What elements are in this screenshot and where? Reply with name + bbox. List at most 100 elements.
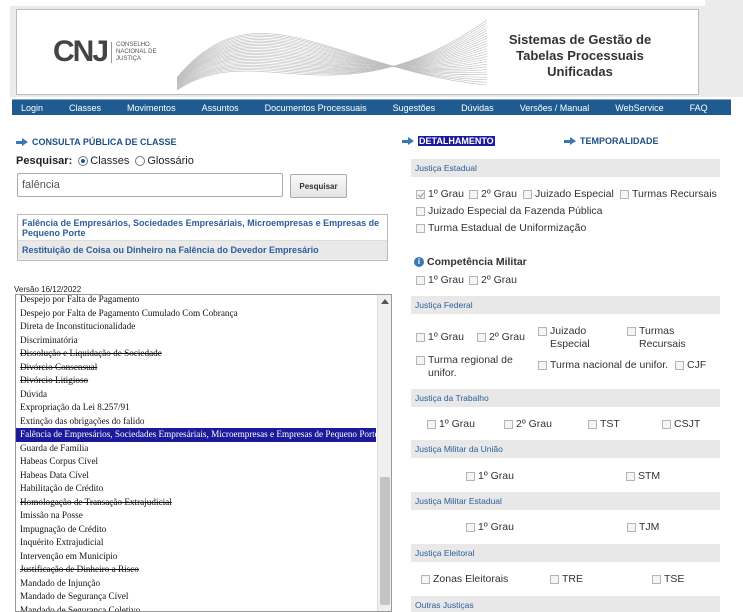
checkbox-box[interactable] — [416, 224, 425, 233]
checkbox-je-1grau[interactable]: 1º Grau — [416, 188, 464, 201]
list-item[interactable]: Mandado de Injunção — [16, 577, 376, 591]
checkbox-je-2grau[interactable]: 2º Grau — [469, 188, 517, 201]
checkbox-label: 1º Grau — [428, 188, 464, 200]
checkbox-box[interactable] — [550, 575, 559, 584]
radio-glossario[interactable] — [135, 156, 146, 166]
list-item[interactable]: Mandado de Segurança Coletivo — [16, 604, 376, 612]
result-item[interactable]: Falência de Empresários, Sociedades Empr… — [18, 215, 387, 241]
nav-item-d-vidas[interactable]: Dúvidas — [461, 103, 494, 113]
tab-detalhamento[interactable]: DETALHAMENTO — [402, 136, 495, 146]
list-item[interactable]: Homologação de Transação Extrajudicial — [16, 496, 376, 510]
list-item[interactable]: Justificação de Dinheiro a Risco — [16, 563, 376, 577]
checkbox-box[interactable] — [466, 523, 475, 532]
nav-item-assuntos[interactable]: Assuntos — [202, 103, 239, 113]
list-item[interactable]: Mandado de Segurança Cível — [16, 590, 376, 604]
checkbox-jf-nacional[interactable]: Turma nacional de unifor. — [538, 359, 668, 372]
list-item[interactable]: Habilitação de Crédito — [16, 482, 376, 496]
checkbox-box[interactable] — [588, 420, 597, 429]
checkbox-box[interactable] — [416, 207, 425, 216]
search-input[interactable] — [17, 173, 283, 197]
list-item[interactable]: Extinção das obrigações do falido — [16, 415, 376, 429]
list-item[interactable]: Falência de Empresários, Sociedades Empr… — [16, 428, 376, 442]
checkbox-box[interactable] — [421, 575, 430, 584]
list-item[interactable]: Habeas Corpus Cível — [16, 455, 376, 469]
checkbox-box[interactable] — [416, 356, 425, 365]
checkbox-box[interactable] — [416, 190, 425, 199]
list-item[interactable]: Direta de Inconstitucionalidade — [16, 320, 376, 334]
checkbox-jf-juizado[interactable]: Juizado Especial — [538, 325, 608, 351]
checkbox-box[interactable] — [466, 472, 475, 481]
checkbox-label: 2º Grau — [489, 331, 525, 343]
class-listbox[interactable]: Despejo por Falta de Pagamento Despejo po… — [15, 294, 392, 612]
list-item[interactable]: Inquérito Extrajudicial — [16, 536, 376, 550]
checkbox-jf-turmas[interactable]: Turmas Recursais — [627, 325, 707, 351]
checkbox-je-turmas[interactable]: Turmas Recursais — [620, 188, 717, 201]
nav-item-login[interactable]: Login — [21, 103, 43, 113]
list-item[interactable]: Discriminatória — [16, 334, 376, 348]
list-item[interactable]: Dúvida — [16, 388, 376, 402]
checkbox-box[interactable] — [427, 420, 436, 429]
checkbox-box[interactable] — [477, 333, 486, 342]
list-item[interactable]: Habeas Data Cível — [16, 469, 376, 483]
checkbox-box[interactable] — [416, 276, 425, 285]
checkbox-box[interactable] — [469, 190, 478, 199]
checkbox-jf-1grau[interactable]: 1º Grau — [416, 331, 464, 344]
checkbox-box[interactable] — [504, 420, 513, 429]
checkbox-jt-csjt[interactable]: CSJT — [662, 418, 700, 431]
checkbox-box[interactable] — [416, 333, 425, 342]
nav-item-movimentos[interactable]: Movimentos — [127, 103, 176, 113]
checkbox-box[interactable] — [538, 361, 547, 370]
scroll-up-icon[interactable] — [381, 299, 389, 304]
checkbox-jf-2grau[interactable]: 2º Grau — [477, 331, 525, 344]
checkbox-jme-tjm[interactable]: TJM — [627, 521, 659, 534]
nav-item-faq[interactable]: FAQ — [690, 103, 708, 113]
checkbox-jf-regional[interactable]: Turma regional de unifor. — [416, 354, 528, 380]
nav-item-documentos-processuais[interactable]: Documentos Processuais — [265, 103, 367, 113]
checkbox-box[interactable] — [675, 361, 684, 370]
checkbox-jmu-1grau[interactable]: 1º Grau — [466, 470, 514, 483]
listbox-scrollbar[interactable] — [377, 295, 391, 611]
tab-temporalidade[interactable]: TEMPORALIDADE — [564, 136, 659, 146]
checkbox-je-uniform[interactable]: Turma Estadual de Uniformização — [416, 222, 586, 235]
list-item[interactable]: Intervenção em Município — [16, 550, 376, 564]
checkbox-jel-tre[interactable]: TRE — [550, 573, 583, 586]
checkbox-box[interactable] — [620, 190, 629, 199]
list-item[interactable]: Despejo por Falta de Pagamento Cumulado … — [16, 307, 376, 321]
list-item[interactable]: Imissão na Posse — [16, 509, 376, 523]
list-item[interactable]: Divórcio Consensual — [16, 361, 376, 375]
checkbox-box[interactable] — [626, 472, 635, 481]
search-button[interactable]: Pesquisar — [290, 174, 347, 198]
scroll-thumb[interactable] — [380, 477, 390, 605]
checkbox-je-juizado[interactable]: Juizado Especial — [523, 188, 614, 201]
checkbox-box[interactable] — [627, 327, 636, 336]
nav-item-classes[interactable]: Classes — [69, 103, 101, 113]
list-item[interactable]: Divórcio Litigioso — [16, 374, 376, 388]
checkbox-box[interactable] — [538, 327, 547, 336]
checkbox-box[interactable] — [662, 420, 671, 429]
checkbox-jt-tst[interactable]: TST — [588, 418, 620, 431]
checkbox-jt-2grau[interactable]: 2º Grau — [504, 418, 552, 431]
nav-item-vers-es-manual[interactable]: Versões / Manual — [520, 103, 590, 113]
checkbox-jmu-stm[interactable]: STM — [626, 470, 660, 483]
nav-item-webservice[interactable]: WebService — [615, 103, 663, 113]
checkbox-jt-1grau[interactable]: 1º Grau — [427, 418, 475, 431]
checkbox-jme-1grau[interactable]: 1º Grau — [466, 521, 514, 534]
list-item[interactable]: Expropriação da Lei 8.257/91 — [16, 401, 376, 415]
list-item[interactable]: Dissolução e Liquidação de Sociedade — [16, 347, 376, 361]
checkbox-jel-tse[interactable]: TSE — [652, 573, 684, 586]
nav-item-sugest-es[interactable]: Sugestões — [393, 103, 436, 113]
list-item[interactable]: Guarda de Família — [16, 442, 376, 456]
checkbox-box[interactable] — [627, 523, 636, 532]
list-item[interactable]: Impugnação de Crédito — [16, 523, 376, 537]
radio-classes[interactable] — [78, 156, 89, 166]
checkbox-jf-cjf[interactable]: CJF — [675, 359, 706, 372]
checkbox-jel-zonas[interactable]: Zonas Eleitorais — [421, 573, 508, 586]
list-item[interactable]: Despejo por Falta de Pagamento — [16, 295, 376, 307]
checkbox-je-fazenda[interactable]: Juizado Especial da Fazenda Pública — [416, 205, 603, 218]
checkbox-box[interactable] — [652, 575, 661, 584]
result-item[interactable]: Restituição de Coisa ou Dinheiro na Falê… — [18, 241, 387, 259]
checkbox-cm-2grau[interactable]: 2º Grau — [469, 274, 517, 287]
checkbox-box[interactable] — [523, 190, 532, 199]
checkbox-box[interactable] — [469, 276, 478, 285]
checkbox-cm-1grau[interactable]: 1º Grau — [416, 274, 464, 287]
